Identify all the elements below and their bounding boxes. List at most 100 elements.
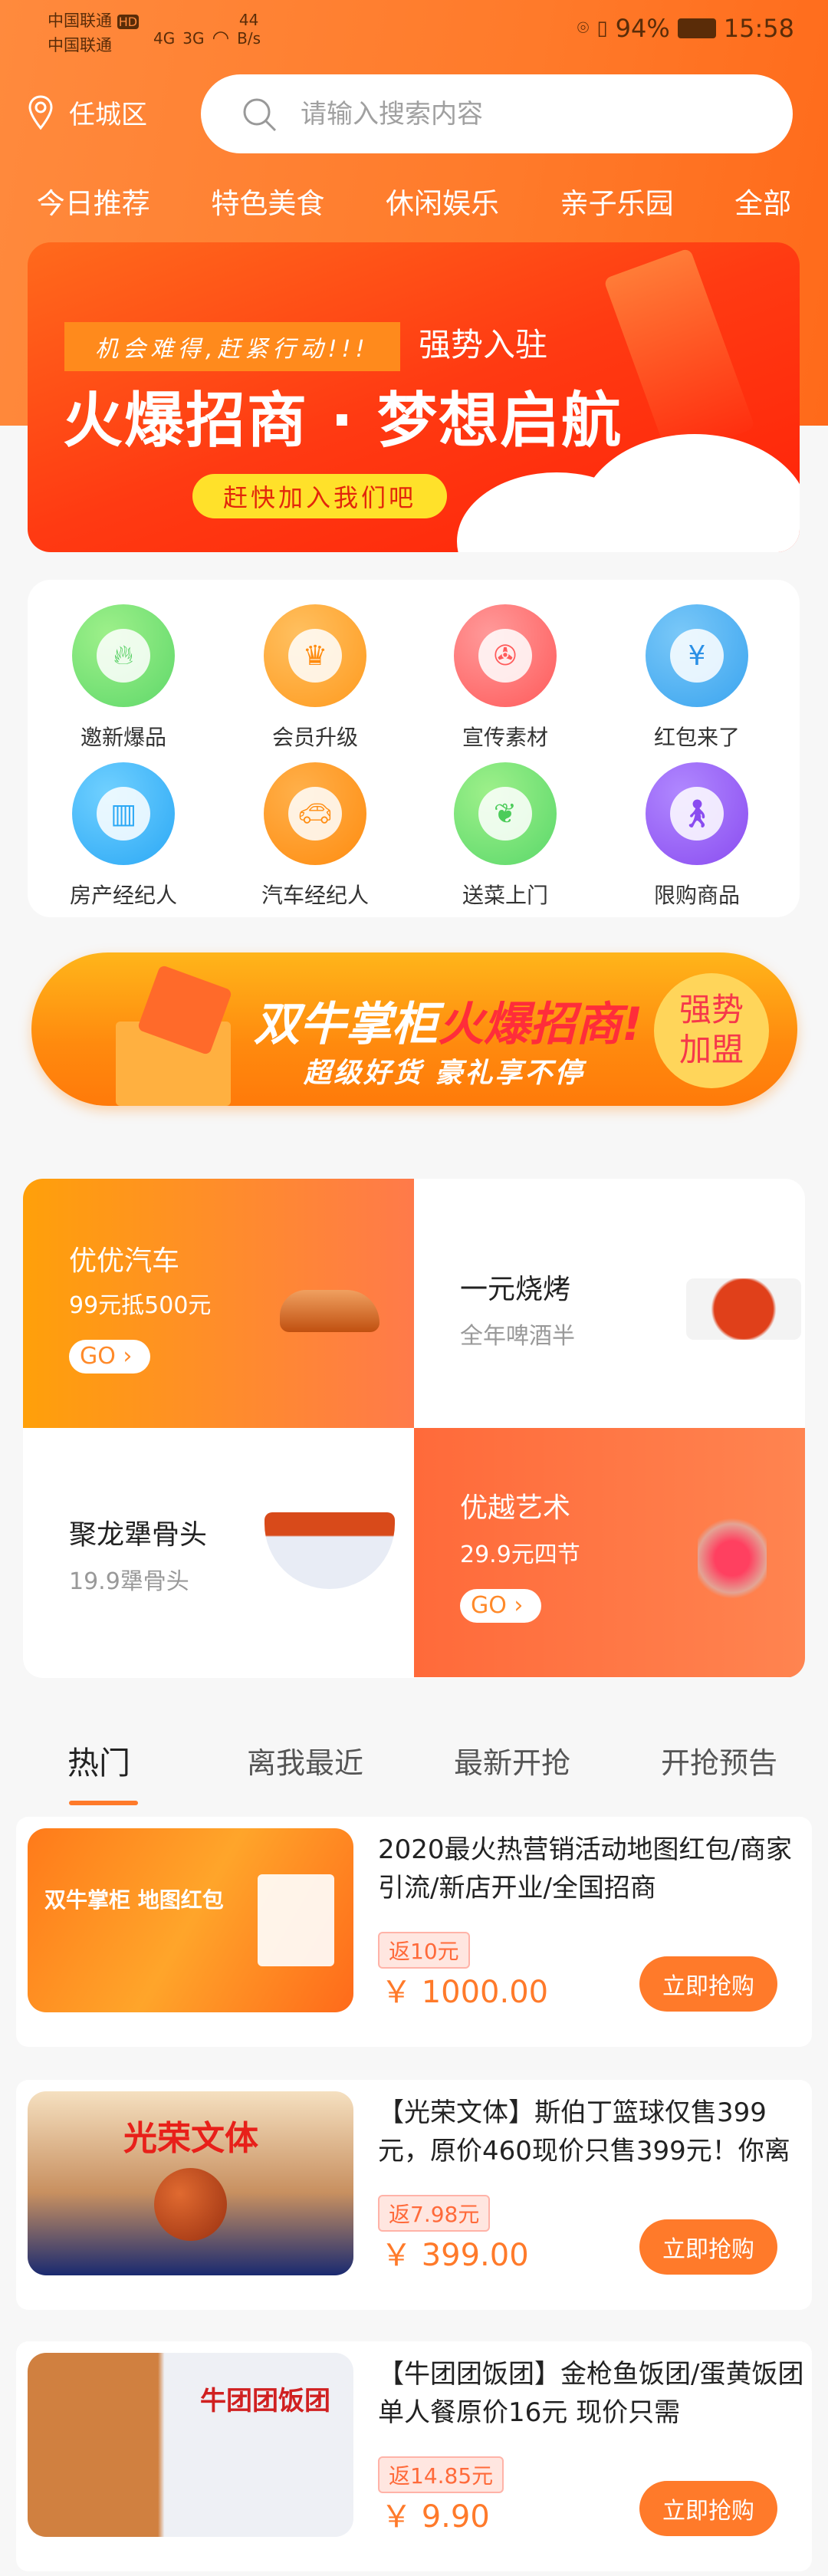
deal-subtitle: 全年啤酒半 (460, 1323, 575, 1350)
buy-now-button[interactable]: 立即抢购 (639, 2219, 777, 2275)
crab-image (686, 1278, 801, 1340)
promo-subtitle: 超级好货 豪礼享不停 (304, 1058, 585, 1089)
deal-title: 聚龙犟骨头 (69, 1519, 208, 1551)
feature-icon-grid: 🔥︎ 邀新爆品 ♛ 会员升级 ✇ 宣传素材 ¥ 红包来了 ▥ 房产经纪人 🚗︎ 汽车经纪人 … (28, 580, 800, 917)
clock: 15:58 (723, 14, 794, 43)
location-status-icon: ⌾ (577, 16, 590, 40)
feature-red-packet[interactable]: ¥ 红包来了 (601, 604, 793, 752)
thumbnail-caption: 牛团团饭团 (200, 2386, 330, 2416)
promo-title-highlight: 火爆招商! (438, 998, 643, 1051)
rebate-badge: 返7.98元 (378, 2195, 491, 2232)
signal-3g-icon: 3G (182, 29, 205, 48)
status-right: ⌾ ▯ 94% 15:58 (577, 14, 794, 43)
wifi-icon: ◠ (212, 27, 230, 50)
buy-now-button[interactable]: 立即抢购 (639, 1956, 777, 2012)
feature-invite-hot[interactable]: 🔥︎ 邀新爆品 (28, 604, 219, 752)
feature-member-upgrade[interactable]: ♛ 会员升级 (219, 604, 411, 752)
product-title: 2020最火热营销活动地图红包/商家引流/新店开业/全国招商 (378, 1834, 792, 1903)
location-selector[interactable]: 任城区 (28, 94, 147, 131)
battery-icon (677, 18, 716, 38)
banner-tagline: 机会难得,赶紧行动!!! (64, 322, 400, 371)
banner-title: 火爆招商 · 梦想启航 (63, 387, 623, 456)
category-nav: 今日推荐 特色美食 休闲娱乐 亲子乐园 全部 (0, 180, 828, 222)
feature-label: 送菜上门 (462, 883, 548, 908)
go-button[interactable]: GO › (69, 1340, 150, 1374)
tab-newest[interactable]: 最新开抢 (454, 1739, 570, 1781)
search-input[interactable] (301, 98, 730, 130)
badge-line: 强势 (678, 991, 744, 1028)
feature-label: 汽车经纪人 (261, 883, 369, 908)
banner-join-button[interactable]: 赶快加入我们吧 (192, 474, 448, 518)
hd-badge: HD (117, 15, 140, 29)
deal-cell-art[interactable]: 优越艺术 29.9元四节 GO › (414, 1428, 805, 1677)
promo-join-badge[interactable]: 强势 加盟 (654, 973, 769, 1088)
product-title: 【光荣文体】斯伯丁篮球仅售399元，原价460现价只售399元！你离 (378, 2097, 790, 2166)
banner-decoration (603, 248, 756, 459)
go-button[interactable]: GO › (460, 1589, 541, 1623)
active-tab-indicator (69, 1801, 138, 1805)
car-image (280, 1290, 380, 1332)
deal-subtitle: 99元抵500元 (69, 1292, 212, 1319)
feature-promo-material[interactable]: ✇ 宣传素材 (409, 604, 601, 752)
crown-icon: ♛ (288, 629, 342, 683)
tab-nearby[interactable]: 离我最近 (247, 1739, 363, 1781)
tab-hot[interactable]: 热门 (67, 1737, 130, 1783)
feature-grocery-delivery[interactable]: ❦ 送菜上门 (409, 762, 601, 910)
product-price: ￥ 9.90 (381, 2499, 490, 2535)
net-speed-unit: B/s (237, 29, 261, 48)
carrier-1: 中国联通 (48, 12, 112, 30)
product-card[interactable]: 双牛掌柜 地图红包 2020最火热营销活动地图红包/商家引流/新店开业/全国招商… (16, 1817, 812, 2047)
promo-title-brand: 双牛掌柜 (254, 998, 438, 1051)
hero-banner[interactable]: 机会难得,赶紧行动!!! 强势入驻 火爆招商 · 梦想启航 赶快加入我们吧 (28, 242, 800, 552)
category-food[interactable]: 特色美食 (211, 180, 324, 222)
red-packet-icon: ¥ (670, 629, 724, 683)
franchise-promo-banner[interactable]: 双牛掌柜火爆招商! 超级好货 豪礼享不停 强势 加盟 (31, 952, 797, 1106)
deal-cell-bone[interactable]: 聚龙犟骨头 19.9犟骨头 (23, 1428, 414, 1677)
carrier-2: 中国联通 (48, 36, 112, 54)
deal-cell-bbq[interactable]: 一元烧烤 全年啤酒半 (414, 1179, 805, 1428)
category-family[interactable]: 亲子乐园 (560, 180, 674, 222)
product-price: ￥ 399.00 (381, 2238, 529, 2273)
basketball-image (154, 2168, 227, 2241)
rebate-badge: 返14.85元 (378, 2456, 504, 2493)
feature-real-estate-agent[interactable]: ▥ 房产经纪人 (28, 762, 219, 910)
product-thumbnail: 牛团团饭团 (28, 2353, 353, 2537)
promo-title: 双牛掌柜火爆招商! (254, 987, 642, 1054)
product-card[interactable]: 光荣文体 【光荣文体】斯伯丁篮球仅售399元，原价460现价只售399元！你离 … (16, 2080, 812, 2310)
product-card[interactable]: 牛团团饭团 【牛团团饭团】金枪鱼饭团/蛋黄饭团单人餐原价16元 现价只需 返14… (16, 2341, 812, 2571)
signal-4g-icon: 4G (153, 29, 176, 48)
tab-upcoming[interactable]: 开抢预告 (661, 1739, 777, 1781)
walking-person-icon: 🚶︎ (670, 787, 724, 841)
feature-label: 红包来了 (653, 725, 740, 750)
category-leisure[interactable]: 休闲娱乐 (386, 180, 499, 222)
deal-title: 优优汽车 (69, 1245, 180, 1277)
deal-grid: 优优汽车 99元抵500元 GO › 一元烧烤 全年啤酒半 聚龙犟骨头 19.9… (23, 1179, 805, 1678)
category-today[interactable]: 今日推荐 (37, 180, 150, 222)
location-pin-icon (28, 94, 53, 130)
feature-label: 邀新爆品 (80, 725, 166, 750)
feature-label: 会员升级 (271, 725, 358, 750)
category-all[interactable]: 全部 (734, 180, 791, 222)
search-bar[interactable] (201, 74, 793, 153)
vegetable-icon: ❦ (478, 787, 532, 841)
feature-car-agent[interactable]: 🚗︎ 汽车经纪人 (219, 762, 411, 910)
feature-label: 宣传素材 (462, 725, 548, 750)
network-info: 4G 3G ◠ 44 B/s (153, 11, 261, 48)
feature-label: 限购商品 (653, 883, 740, 908)
battery-percent: 94% (615, 14, 670, 43)
vibrate-icon: ▯ (596, 17, 608, 40)
badge-line: 加盟 (678, 1031, 744, 1068)
search-icon (243, 98, 277, 131)
car-icon: 🚗︎ (288, 787, 342, 841)
buy-now-button[interactable]: 立即抢购 (639, 2481, 777, 2536)
net-speed: 44 (238, 11, 259, 29)
location-label: 任城区 (69, 100, 147, 130)
chart-illustration (258, 1874, 334, 1966)
product-title: 【牛团团饭团】金枪鱼饭团/蛋黄饭团单人餐原价16元 现价只需 (378, 2359, 804, 2428)
product-price: ￥ 1000.00 (381, 1975, 549, 2010)
deal-subtitle: 29.9元四节 (460, 1541, 580, 1568)
feature-limited-goods[interactable]: 🚶︎ 限购商品 (601, 762, 793, 910)
feature-label: 房产经纪人 (69, 883, 177, 908)
deal-cell-car[interactable]: 优优汽车 99元抵500元 GO › (23, 1179, 414, 1428)
banner-subtitle: 强势入驻 (419, 326, 548, 364)
